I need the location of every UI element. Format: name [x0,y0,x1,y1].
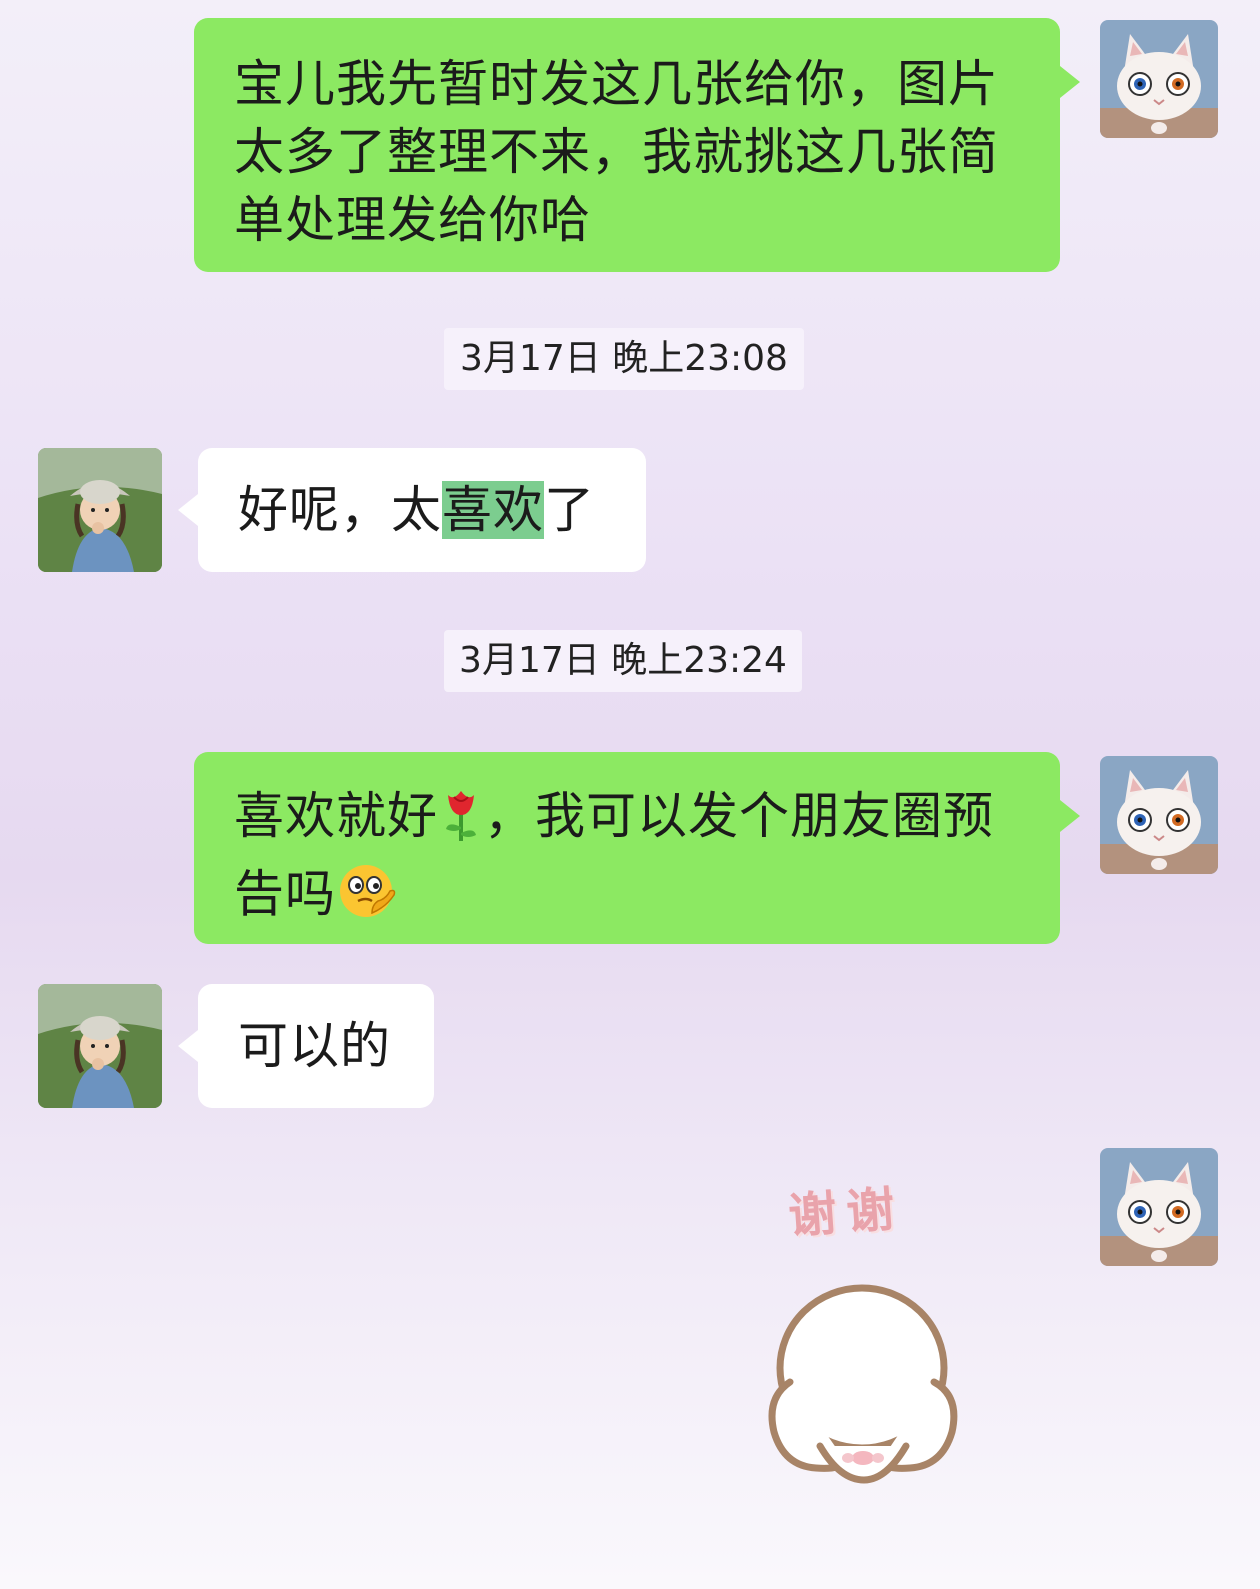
child-avatar[interactable] [38,984,162,1108]
message-bubble-outgoing[interactable]: 宝儿我先暂时发这几张给你，图片太多了整理不来，我就挑这几张简单处理发给你哈 [194,18,1080,272]
highlighted-text: 喜欢 [442,481,544,539]
message-bubble-outgoing[interactable]: 喜欢就好 ，我可以发个朋友圈预告吗 [194,752,1080,944]
sticker-text: 谢谢 [786,1180,907,1245]
message-bubble-incoming[interactable]: 可以的 [178,984,434,1108]
cat-avatar[interactable] [1100,1148,1218,1266]
message-text: 喜欢就好 [234,787,438,845]
child-avatar[interactable] [38,448,162,572]
timestamp: 3月17日 晚上23:24 [444,630,802,692]
rose-emoji [438,783,484,860]
message-text: 了 [544,481,595,539]
message-text: 宝儿我先暂时发这几张给你，图片太多了整理不来，我就挑这几张简单处理发给你哈 [234,55,999,249]
cat-avatar[interactable] [1100,756,1218,874]
message-text: 好呢，太 [238,481,442,539]
thinking-emoji [336,861,400,938]
bowing-character-icon [768,1284,958,1484]
chat-view[interactable]: 宝儿我先暂时发这几张给你，图片太多了整理不来，我就挑这几张简单处理发给你哈 3月… [0,0,1260,1589]
message-text: 可以的 [238,1017,391,1075]
message-bubble-incoming[interactable]: 好呢，太喜欢了 [178,448,646,572]
timestamp: 3月17日 晚上23:08 [444,328,804,390]
thank-you-sticker[interactable]: 谢谢 [760,1160,1000,1520]
cat-avatar[interactable] [1100,20,1218,138]
